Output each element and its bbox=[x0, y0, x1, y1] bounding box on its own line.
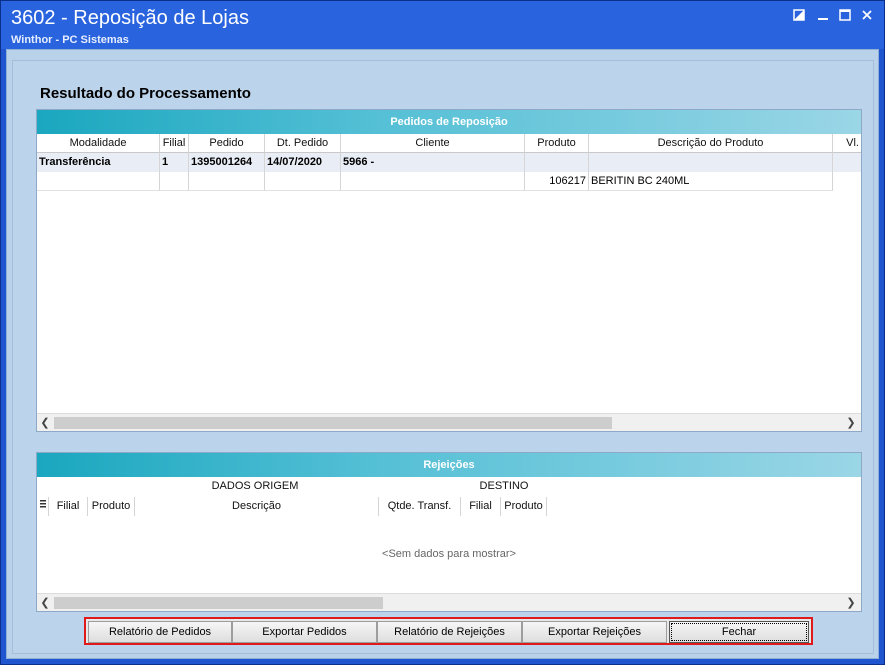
col-vl[interactable]: Vl. bbox=[833, 134, 861, 153]
title-bar[interactable]: 3602 - Reposição de Lojas Winthor - PC S… bbox=[1, 1, 884, 49]
cell-filial: 1 bbox=[160, 153, 189, 172]
col-cliente[interactable]: Cliente bbox=[341, 134, 525, 153]
cell-empty bbox=[37, 172, 160, 191]
cell-cliente: 5966 - bbox=[341, 153, 525, 172]
col-filial-origem[interactable]: Filial bbox=[49, 497, 88, 516]
cell-empty bbox=[525, 153, 589, 172]
table-row[interactable]: 106217 BERITIN BC 240ML bbox=[37, 172, 861, 191]
cell-empty bbox=[189, 172, 265, 191]
cell-descricao-produto: BERITIN BC 240ML bbox=[589, 172, 833, 191]
empty-state-message: <Sem dados para mostrar> bbox=[382, 548, 516, 560]
rejeicoes-panel: Rejeições DADOS ORIGEM DESTINO Filial Pr… bbox=[36, 452, 862, 612]
col-filial-destino[interactable]: Filial bbox=[461, 497, 501, 516]
scroll-right-icon[interactable]: ❯ bbox=[843, 414, 859, 432]
col-produto-destino[interactable]: Produto bbox=[501, 497, 547, 516]
band-destino: DESTINO bbox=[479, 480, 529, 492]
rejeicoes-header-row: Filial Produto Descrição Qtde. Transf. F… bbox=[37, 497, 861, 516]
page-title: Resultado do Processamento bbox=[40, 85, 251, 102]
exportar-rejeicoes-button[interactable]: Exportar Rejeições bbox=[522, 621, 667, 643]
col-filial[interactable]: Filial bbox=[160, 134, 189, 153]
band-dados-origem: DADOS ORIGEM bbox=[211, 480, 299, 492]
app-window: 3602 - Reposição de Lojas Winthor - PC S… bbox=[0, 0, 885, 665]
col-dt-pedido[interactable]: Dt. Pedido bbox=[265, 134, 341, 153]
cell-modalidade: Transferência bbox=[37, 153, 160, 172]
col-pedido[interactable]: Pedido bbox=[189, 134, 265, 153]
maximize-icon[interactable] bbox=[837, 9, 853, 25]
col-produto-origem[interactable]: Produto bbox=[88, 497, 135, 516]
rejeicoes-horizontal-scrollbar[interactable]: ❮ ❯ bbox=[37, 593, 861, 611]
restore-icon[interactable] bbox=[791, 9, 807, 25]
scroll-right-icon[interactable]: ❯ bbox=[843, 594, 859, 612]
action-button-bar: Relatório de Pedidos Exportar Pedidos Re… bbox=[84, 617, 813, 645]
pedidos-horizontal-scrollbar[interactable]: ❮ ❯ bbox=[37, 413, 861, 431]
scrollbar-thumb[interactable] bbox=[54, 417, 612, 429]
col-produto[interactable]: Produto bbox=[525, 134, 589, 153]
cell-pedido: 1395001264 bbox=[189, 153, 265, 172]
cell-empty bbox=[589, 153, 833, 172]
fechar-button[interactable]: Fechar bbox=[669, 621, 809, 643]
relatorio-rejeicoes-button[interactable]: Relatório de Rejeições bbox=[377, 621, 522, 643]
col-qtde-transf[interactable]: Qtde. Transf. bbox=[379, 497, 461, 516]
content-frame: Resultado do Processamento Pedidos de Re… bbox=[12, 60, 874, 654]
cell-empty bbox=[265, 172, 341, 191]
window-title: 3602 - Reposição de Lojas bbox=[11, 7, 249, 29]
cell-produto: 106217 bbox=[525, 172, 589, 191]
exportar-pedidos-button[interactable]: Exportar Pedidos bbox=[232, 621, 377, 643]
column-chooser-icon[interactable] bbox=[37, 497, 49, 516]
minimize-icon[interactable] bbox=[815, 9, 831, 25]
scroll-left-icon[interactable]: ❮ bbox=[37, 594, 53, 612]
rejeicoes-panel-title: Rejeições bbox=[37, 453, 861, 477]
scroll-left-icon[interactable]: ❮ bbox=[37, 414, 53, 432]
cell-dt-pedido: 14/07/2020 bbox=[265, 153, 341, 172]
table-row[interactable]: Transferência 1 1395001264 14/07/2020 59… bbox=[37, 153, 861, 172]
cell-empty bbox=[160, 172, 189, 191]
pedidos-panel: Pedidos de Reposição Modalidade Filial P… bbox=[36, 109, 862, 432]
col-modalidade[interactable]: Modalidade bbox=[37, 134, 160, 153]
col-descricao[interactable]: Descrição bbox=[135, 497, 379, 516]
client-area: Resultado do Processamento Pedidos de Re… bbox=[6, 49, 879, 659]
pedidos-header-row: Modalidade Filial Pedido Dt. Pedido Clie… bbox=[37, 134, 861, 153]
col-descricao-produto[interactable]: Descrição do Produto bbox=[589, 134, 833, 153]
scrollbar-thumb[interactable] bbox=[54, 597, 383, 609]
close-icon[interactable] bbox=[859, 9, 875, 25]
window-subtitle: Winthor - PC Sistemas bbox=[11, 34, 129, 46]
relatorio-pedidos-button[interactable]: Relatório de Pedidos bbox=[88, 621, 232, 643]
cell-empty bbox=[341, 172, 525, 191]
pedidos-panel-title: Pedidos de Reposição bbox=[37, 110, 861, 134]
